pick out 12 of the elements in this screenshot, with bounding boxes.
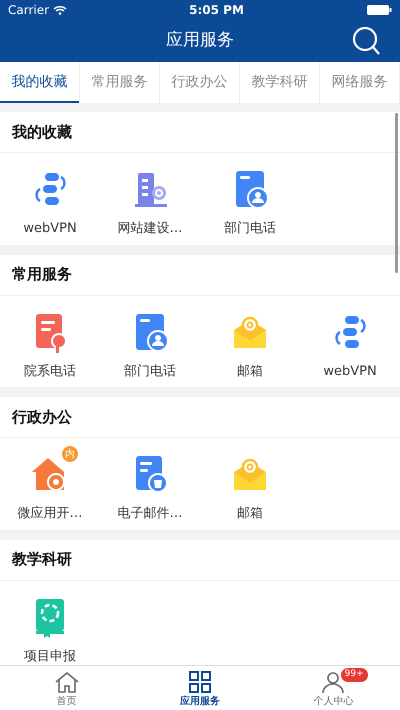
category-tab[interactable]: 我的收藏 <box>0 62 80 103</box>
page-title: 应用服务 <box>166 29 234 52</box>
battery-icon <box>366 4 392 16</box>
clock-text: 5:05 PM <box>189 2 244 19</box>
app-badge: 内 <box>62 446 78 462</box>
person-icon <box>320 670 346 694</box>
grid-icon <box>186 670 213 694</box>
count-badge: 99+ <box>340 668 368 682</box>
carrier-text: Carrier <box>8 2 50 19</box>
search-icon[interactable] <box>352 26 380 56</box>
wifi-icon <box>53 5 68 15</box>
home-icon <box>54 670 80 694</box>
